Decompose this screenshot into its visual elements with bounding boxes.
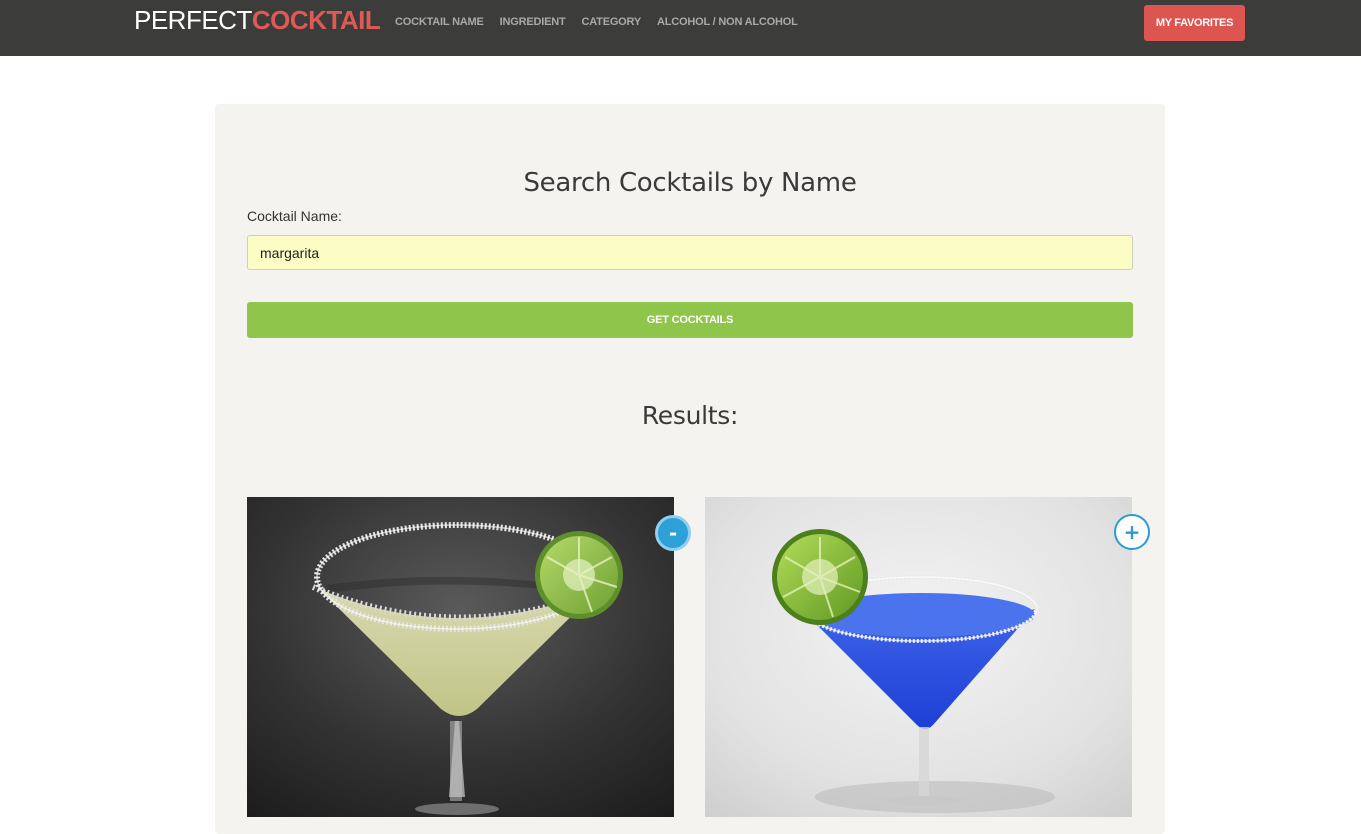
add-favorite-icon[interactable]: + bbox=[1114, 514, 1150, 550]
top-navbar: PERFECTCOCKTAIL COCKTAIL NAME INGREDIENT… bbox=[0, 0, 1361, 56]
nav-link-ingredient[interactable]: INGREDIENT bbox=[500, 16, 566, 28]
brand-logo[interactable]: PERFECTCOCKTAIL bbox=[134, 5, 381, 35]
remove-favorite-icon[interactable]: - bbox=[655, 515, 691, 551]
cocktail-name-label: Cocktail Name: bbox=[247, 208, 342, 224]
my-favorites-button[interactable]: MY FAVORITES bbox=[1144, 5, 1245, 41]
cocktail-name-input[interactable] bbox=[247, 235, 1133, 270]
cocktail-photo bbox=[247, 497, 674, 817]
nav-link-alcohol[interactable]: ALCOHOL / NON ALCOHOL bbox=[657, 16, 798, 28]
brand-logo-part2: COCKTAIL bbox=[251, 5, 381, 35]
result-card[interactable] bbox=[705, 497, 1132, 817]
nav-link-category[interactable]: CATEGORY bbox=[582, 16, 642, 28]
search-title: Search Cocktails by Name bbox=[523, 168, 857, 198]
cocktail-photo bbox=[705, 497, 1132, 817]
get-cocktails-button[interactable]: GET COCKTAILS bbox=[247, 302, 1133, 338]
main-nav: COCKTAIL NAME INGREDIENT CATEGORY ALCOHO… bbox=[395, 16, 798, 28]
nav-link-cocktail-name[interactable]: COCKTAIL NAME bbox=[395, 16, 484, 28]
results-title: Results: bbox=[641, 401, 739, 430]
result-card[interactable] bbox=[247, 497, 674, 817]
brand-logo-part1: PERFECT bbox=[134, 5, 252, 35]
